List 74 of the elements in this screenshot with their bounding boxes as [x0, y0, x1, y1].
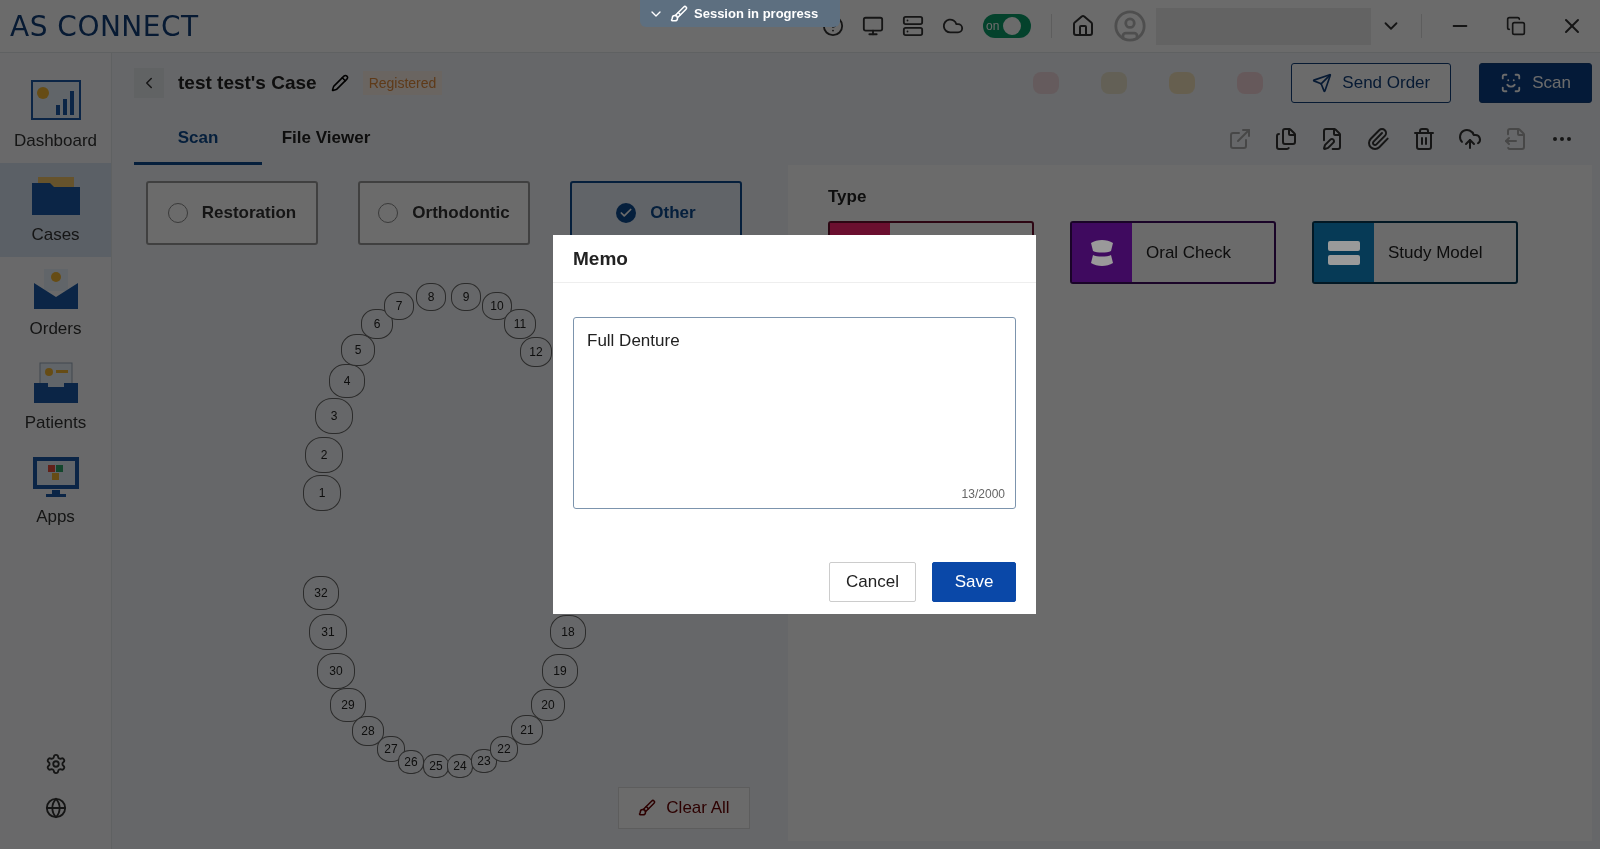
dialog-title: Memo [553, 235, 1036, 283]
sidebar-label: Dashboard [13, 131, 98, 151]
tooth[interactable]: 12 [520, 337, 552, 367]
tooth[interactable]: 28 [352, 716, 384, 746]
server-icon[interactable] [902, 15, 924, 37]
type-label: Study Model [1388, 242, 1483, 263]
sidebar-label: Orders [29, 319, 82, 339]
home-icon[interactable] [1071, 14, 1095, 38]
sidebar-item[interactable]: Cases [0, 163, 111, 257]
case-title: test test's Case [178, 72, 317, 94]
paper-plane-icon [1312, 73, 1333, 93]
tooth[interactable]: 21 [511, 715, 543, 745]
type-card[interactable]: Oral Check [1070, 221, 1276, 284]
tooth[interactable]: 18 [550, 615, 586, 649]
sync-toggle[interactable]: on [983, 14, 1031, 38]
tooth[interactable]: 7 [384, 292, 414, 320]
send-order-button[interactable]: Send Order [1291, 63, 1452, 103]
tooth[interactable]: 32 [303, 576, 339, 610]
tooth[interactable]: 10 [482, 292, 512, 320]
tooth[interactable]: 20 [531, 689, 565, 721]
tooth[interactable]: 19 [542, 654, 578, 688]
type-label: Oral Check [1146, 242, 1232, 263]
sidebar-label: Apps [36, 507, 75, 527]
paperclip-icon[interactable] [1366, 127, 1390, 151]
sidebar-item[interactable]: Orders [0, 257, 111, 351]
monitor-icon[interactable] [862, 15, 884, 37]
char-counter: 13/2000 [961, 487, 1005, 501]
delete-icon[interactable] [1412, 127, 1436, 151]
tooth[interactable]: 30 [317, 653, 355, 689]
tooth[interactable]: 1 [303, 475, 341, 511]
tooth[interactable]: 22 [490, 736, 518, 762]
tooth[interactable]: 5 [341, 334, 375, 366]
tooth[interactable]: 31 [309, 614, 347, 650]
tooth[interactable]: 25 [423, 754, 449, 778]
restore-icon[interactable] [1506, 16, 1526, 36]
type-card[interactable]: Study Model [1312, 221, 1518, 284]
sidebar-item[interactable]: Patients [0, 351, 111, 445]
scan-button[interactable]: Scan [1479, 63, 1592, 103]
status-badge: Registered [362, 71, 443, 95]
tooth[interactable]: 4 [329, 364, 365, 398]
globe-icon[interactable] [44, 797, 67, 819]
copy-icon[interactable] [1274, 127, 1298, 151]
category-option[interactable]: Restoration [146, 181, 318, 245]
type-heading: Type [828, 187, 868, 207]
edit-icon[interactable] [330, 74, 349, 92]
tooth[interactable]: 24 [447, 754, 473, 778]
tooth[interactable]: 3 [315, 398, 353, 434]
settings-icon[interactable] [44, 753, 67, 775]
tooth[interactable]: 26 [398, 750, 424, 774]
scan-icon [1500, 72, 1523, 94]
edit-file-icon[interactable] [1320, 127, 1344, 151]
app-logo: AS CONNECT [10, 9, 199, 43]
sidebar-label: Cases [31, 225, 80, 245]
sidebar-item[interactable]: Apps [0, 445, 111, 539]
tooth[interactable]: 8 [416, 283, 446, 311]
back-button[interactable] [134, 68, 164, 98]
upload-icon[interactable] [1458, 127, 1482, 151]
tooth[interactable]: 11 [504, 309, 536, 339]
tooth[interactable]: 2 [305, 437, 343, 473]
brush-icon [638, 799, 657, 817]
session-banner[interactable]: Session in progress [640, 0, 840, 27]
sidebar-item[interactable]: Dashboard [0, 69, 111, 163]
cancel-button[interactable]: Cancel [829, 562, 916, 602]
category-option[interactable]: Orthodontic [358, 181, 530, 245]
session-label: Session in progress [694, 6, 819, 21]
sidebar-label: Patients [24, 413, 87, 433]
tooth[interactable]: 29 [330, 688, 366, 722]
brush-icon [670, 4, 688, 23]
tab[interactable]: File Viewer [262, 113, 390, 165]
check-icon [619, 206, 634, 220]
save-button[interactable]: Save [932, 562, 1016, 602]
chart-icon [29, 79, 82, 123]
tooth[interactable]: 9 [451, 283, 481, 311]
tooth[interactable]: 6 [361, 309, 393, 339]
